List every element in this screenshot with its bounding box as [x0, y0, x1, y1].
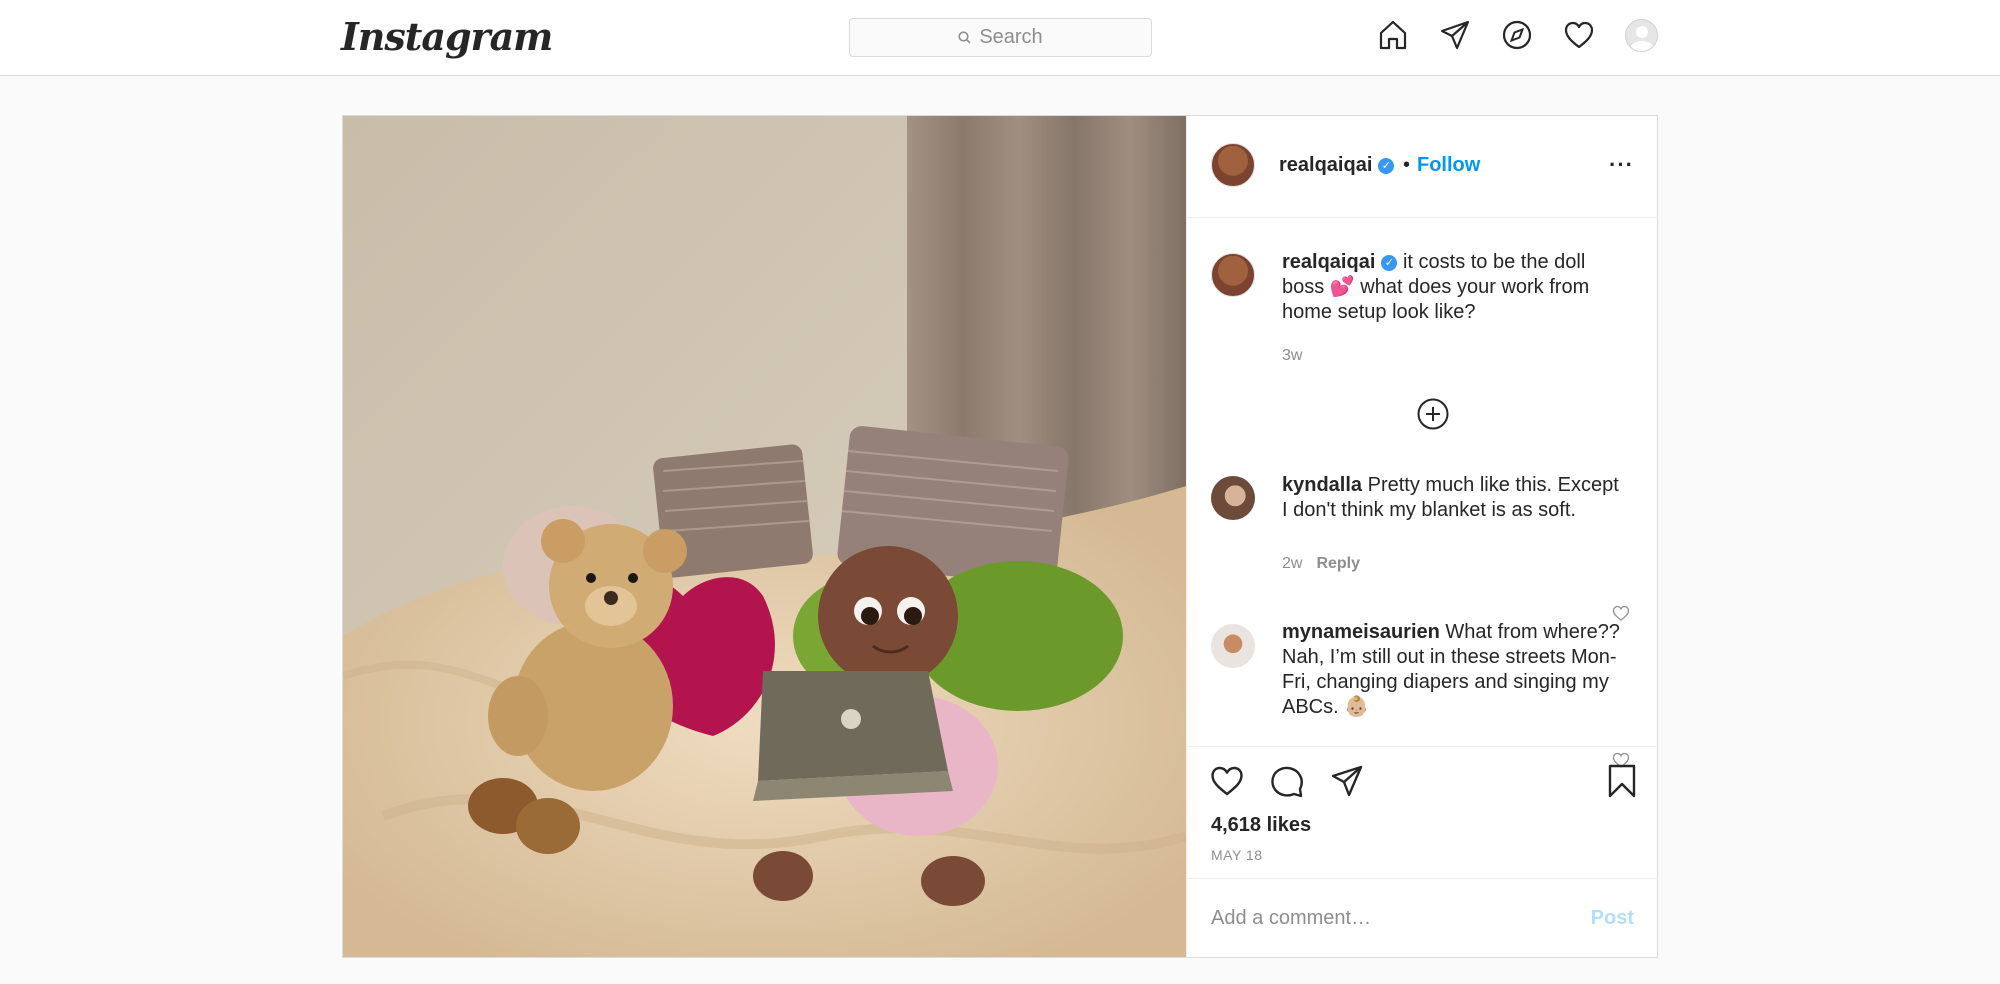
caption-username[interactable]: realqaiqai [1282, 251, 1375, 273]
post-actions: 4,618 likes MAY 18 [1187, 746, 1658, 877]
author-username-text: realqaiqai [1279, 154, 1373, 176]
caption-time[interactable]: 3w [1282, 347, 1302, 365]
comment-item: mynameisaurien What from where?? Nah, I’… [1282, 620, 1622, 720]
post-header: realqaiqai ✓ • Follow ··· [1187, 116, 1658, 218]
instagram-logo[interactable]: Instagram [341, 14, 553, 59]
search-icon [958, 31, 971, 44]
post-comment-button[interactable]: Post [1591, 907, 1634, 930]
home-icon[interactable] [1376, 18, 1410, 52]
comment-username[interactable]: kyndalla [1282, 474, 1362, 496]
likes-count[interactable]: 4,618 likes [1211, 814, 1311, 837]
nav-icons [1376, 18, 1658, 52]
search-placeholder: Search [979, 26, 1043, 48]
reply-button[interactable]: Reply [1316, 555, 1360, 572]
activity-heart-icon[interactable] [1562, 18, 1596, 52]
add-comment-input[interactable] [1211, 903, 1571, 933]
comment-bubble-icon[interactable] [1269, 763, 1305, 799]
caption: realqaiqai ✓ it costs to be the doll boss… [1282, 250, 1627, 325]
verified-badge-icon: ✓ [1381, 254, 1398, 271]
author-avatar[interactable] [1211, 143, 1255, 187]
commenter-avatar[interactable] [1211, 476, 1255, 520]
comment-time[interactable]: 2w [1282, 555, 1302, 572]
separator-dot: • [1403, 154, 1411, 176]
author-username[interactable]: realqaiqai ✓ [1279, 154, 1395, 177]
post-photo-illustration [343, 116, 1186, 957]
comments-section: realqaiqai ✓ it costs to be the doll boss… [1187, 219, 1658, 768]
add-comment-bar: Post [1187, 878, 1658, 957]
bookmark-icon[interactable] [1604, 763, 1640, 799]
verified-badge-icon: ✓ [1378, 157, 1395, 174]
comment-username[interactable]: mynameisaurien [1282, 621, 1440, 643]
post-card: realqaiqai ✓ • Follow ··· realqaiqai ✓ it … [342, 115, 1658, 958]
top-nav: Instagram Search [0, 0, 2000, 76]
avatar [1624, 18, 1658, 52]
profile-avatar[interactable] [1624, 18, 1658, 52]
comment-meta: 2w Reply [1282, 555, 1360, 573]
search-input[interactable]: Search [849, 18, 1152, 57]
explore-icon[interactable] [1500, 18, 1534, 52]
like-heart-icon[interactable] [1209, 763, 1245, 799]
share-icon[interactable] [1329, 763, 1365, 799]
load-more-comments-icon[interactable] [1416, 397, 1450, 431]
post-side-panel: realqaiqai ✓ • Follow ··· realqaiqai ✓ it … [1186, 116, 1658, 957]
caption-author-avatar[interactable] [1211, 253, 1255, 297]
more-options-icon[interactable]: ··· [1609, 152, 1634, 178]
comment-item: kyndalla Pretty much like this. Except I… [1282, 473, 1622, 523]
direct-icon[interactable] [1438, 18, 1472, 52]
follow-button[interactable]: Follow [1417, 154, 1480, 177]
post-image[interactable] [343, 116, 1186, 957]
post-date[interactable]: MAY 18 [1211, 847, 1263, 863]
commenter-avatar[interactable] [1211, 624, 1255, 668]
